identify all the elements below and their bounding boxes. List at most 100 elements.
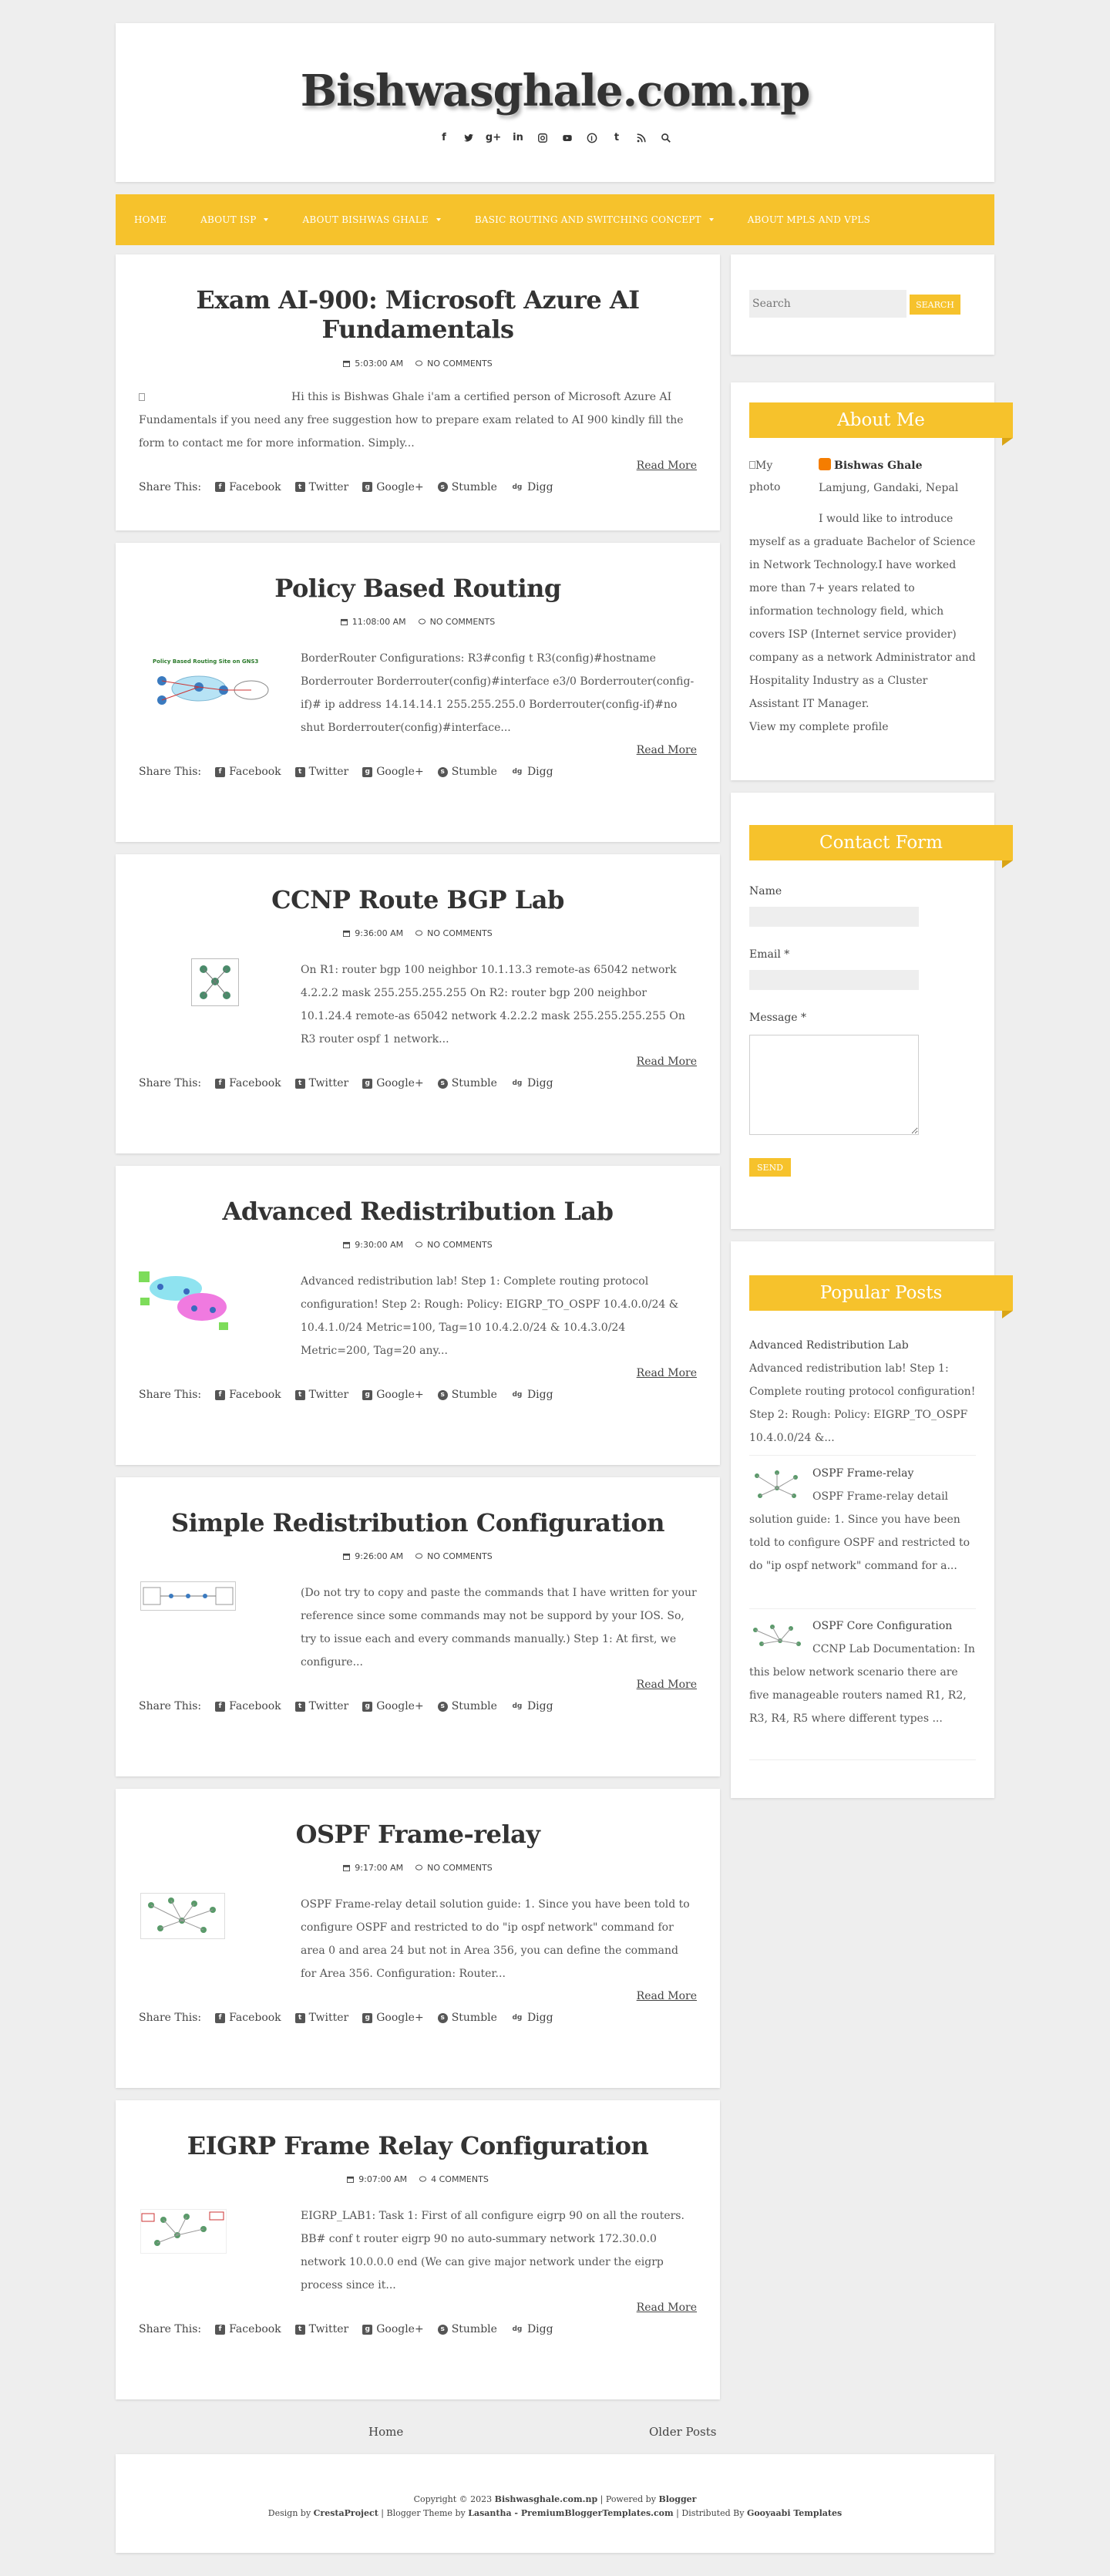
send-button[interactable]: Send	[749, 1158, 791, 1177]
share-google-plus[interactable]: g Google+	[362, 2012, 424, 2024]
footer-gooyaabi-link[interactable]: Gooyaabi Templates	[747, 2508, 842, 2518]
post-comments[interactable]: NO COMMENTS	[427, 1240, 493, 1250]
read-more-link[interactable]: Read More	[139, 1679, 697, 1691]
share-stumble[interactable]: s Stumble	[437, 2012, 497, 2024]
read-more-link[interactable]: Read More	[139, 2302, 697, 2314]
profile-name[interactable]: Bishwas Ghale	[834, 460, 923, 472]
tumblr-icon[interactable]: t	[607, 129, 626, 147]
older-posts-link[interactable]: Older Posts	[649, 2425, 716, 2439]
nav-home[interactable]: Home	[134, 214, 166, 225]
post-thumbnail[interactable]	[139, 2204, 301, 2295]
share-google-plus[interactable]: g Google+	[362, 766, 424, 778]
post-comments[interactable]: NO COMMENTS	[427, 1863, 493, 1873]
search-icon[interactable]	[657, 129, 675, 147]
share-twitter[interactable]: t Twitter	[294, 2323, 348, 2335]
popular-post-title[interactable]: OSPF Frame-relay	[812, 1462, 913, 1485]
post-title[interactable]: EIGRP Frame Relay Configuration	[139, 2131, 697, 2160]
google-plus-icon[interactable]: g+	[484, 129, 503, 147]
share-digg[interactable]: dg Digg	[510, 1700, 553, 1712]
view-profile-link[interactable]: View my complete profile	[749, 716, 889, 739]
share-twitter[interactable]: t Twitter	[294, 1700, 348, 1712]
post-title[interactable]: OSPF Frame-relay	[139, 1820, 697, 1849]
twitter-icon[interactable]	[459, 129, 478, 147]
footer-site-link[interactable]: Bishwasghale.com.np	[495, 2494, 597, 2504]
read-more-link[interactable]: Read More	[139, 1367, 697, 1379]
post-title[interactable]: Policy Based Routing	[139, 574, 697, 603]
nav-mpls-vpls[interactable]: About MPLS and VPLS	[748, 214, 870, 225]
post-title[interactable]: Advanced Redistribution Lab	[139, 1197, 697, 1226]
post-comments[interactable]: 4 COMMENTS	[431, 2174, 489, 2184]
share-digg[interactable]: dg Digg	[510, 2012, 553, 2024]
share-stumble[interactable]: s Stumble	[437, 1389, 497, 1401]
share-facebook[interactable]: f Facebook	[215, 2012, 281, 2024]
youtube-icon[interactable]	[558, 129, 577, 147]
share-google-label: Google+	[376, 2323, 424, 2336]
post-comments[interactable]: NO COMMENTS	[427, 359, 493, 369]
footer-cresta-link[interactable]: CrestaProject	[314, 2508, 378, 2518]
name-field[interactable]	[749, 907, 919, 927]
message-field[interactable]	[749, 1035, 919, 1135]
digg-icon: dg	[510, 1701, 523, 1712]
share-facebook[interactable]: f Facebook	[215, 766, 281, 778]
site-title[interactable]: Bishwasghale.com.np	[116, 23, 994, 120]
share-facebook[interactable]: f Facebook	[215, 1700, 281, 1712]
share-google-plus[interactable]: g Google+	[362, 1077, 424, 1089]
popular-post-title[interactable]: OSPF Core Configuration	[812, 1615, 952, 1638]
profile-photo[interactable]: My photo	[749, 455, 796, 498]
share-facebook[interactable]: f Facebook	[215, 1389, 281, 1401]
share-twitter[interactable]: t Twitter	[294, 1077, 348, 1089]
post-thumbnail[interactable]	[139, 1893, 301, 1984]
share-digg[interactable]: dg Digg	[510, 1077, 553, 1089]
share-twitter[interactable]: t Twitter	[294, 766, 348, 778]
share-google-plus[interactable]: g Google+	[362, 1700, 424, 1712]
instagram-icon[interactable]	[533, 129, 552, 147]
share-digg[interactable]: dg Digg	[510, 481, 553, 493]
footer-blogger-link[interactable]: Blogger	[658, 2494, 696, 2504]
share-stumble[interactable]: s Stumble	[437, 481, 497, 493]
read-more-link[interactable]: Read More	[139, 460, 697, 472]
nav-basic-routing[interactable]: Basic Routing and Switching Concept	[475, 214, 714, 225]
post-comments[interactable]: NO COMMENTS	[427, 1551, 493, 1561]
search-input[interactable]	[749, 290, 906, 318]
share-facebook[interactable]: f Facebook	[215, 1077, 281, 1089]
share-facebook[interactable]: f Facebook	[215, 481, 281, 493]
nav-about-bishwas-ghale[interactable]: About Bishwas Ghale	[302, 214, 441, 225]
email-field[interactable]	[749, 970, 919, 990]
footer-lasantha-link[interactable]: Lasantha - PremiumBloggerTemplates.com	[468, 2508, 673, 2518]
nav-about-isp[interactable]: About ISP	[200, 214, 269, 225]
rss-icon[interactable]	[632, 129, 651, 147]
post-title[interactable]: Exam AI-900: Microsoft Azure AI Fundamen…	[139, 285, 697, 345]
read-more-link[interactable]: Read More	[139, 744, 697, 756]
share-stumble[interactable]: s Stumble	[437, 1077, 497, 1089]
post-title[interactable]: Simple Redistribution Configuration	[139, 1508, 697, 1537]
post-title[interactable]: CCNP Route BGP Lab	[139, 885, 697, 914]
post-comments[interactable]: NO COMMENTS	[430, 617, 496, 627]
share-facebook[interactable]: f Facebook	[215, 2323, 281, 2335]
share-stumble[interactable]: s Stumble	[437, 1700, 497, 1712]
popular-post-title[interactable]: Advanced Redistribution Lab	[749, 1334, 980, 1357]
share-twitter[interactable]: t Twitter	[294, 1389, 348, 1401]
post-thumbnail[interactable]	[139, 1581, 301, 1672]
facebook-icon[interactable]: f	[435, 129, 453, 147]
share-twitter[interactable]: t Twitter	[294, 480, 349, 493]
linkedin-icon[interactable]: in	[509, 129, 527, 147]
share-digg[interactable]: dg Digg	[510, 766, 553, 778]
share-stumble[interactable]: s Stumble	[437, 766, 497, 778]
share-google-plus[interactable]: g Google+	[362, 2323, 424, 2335]
search-button[interactable]: Search	[910, 295, 960, 315]
home-link[interactable]: Home	[368, 2425, 403, 2439]
share-google-plus[interactable]: g Google+	[362, 481, 424, 493]
post-thumbnail[interactable]: Policy Based Routing Site on GNS3	[139, 647, 301, 738]
share-digg[interactable]: dg Digg	[510, 1389, 553, 1401]
read-more-link[interactable]: Read More	[139, 1990, 697, 2002]
post-thumbnail[interactable]	[139, 1270, 301, 1361]
post-comments[interactable]: NO COMMENTS	[427, 928, 493, 938]
pinterest-icon[interactable]	[583, 129, 601, 147]
share-digg[interactable]: dg Digg	[510, 2323, 553, 2335]
share-google-plus[interactable]: g Google+	[362, 1389, 424, 1401]
post-thumbnail[interactable]	[139, 958, 301, 1049]
share-stumble[interactable]: s Stumble	[437, 2323, 497, 2335]
share-twitter-label: Twitter	[308, 480, 349, 493]
read-more-link[interactable]: Read More	[139, 1056, 697, 1068]
share-twitter[interactable]: t Twitter	[294, 2012, 348, 2024]
